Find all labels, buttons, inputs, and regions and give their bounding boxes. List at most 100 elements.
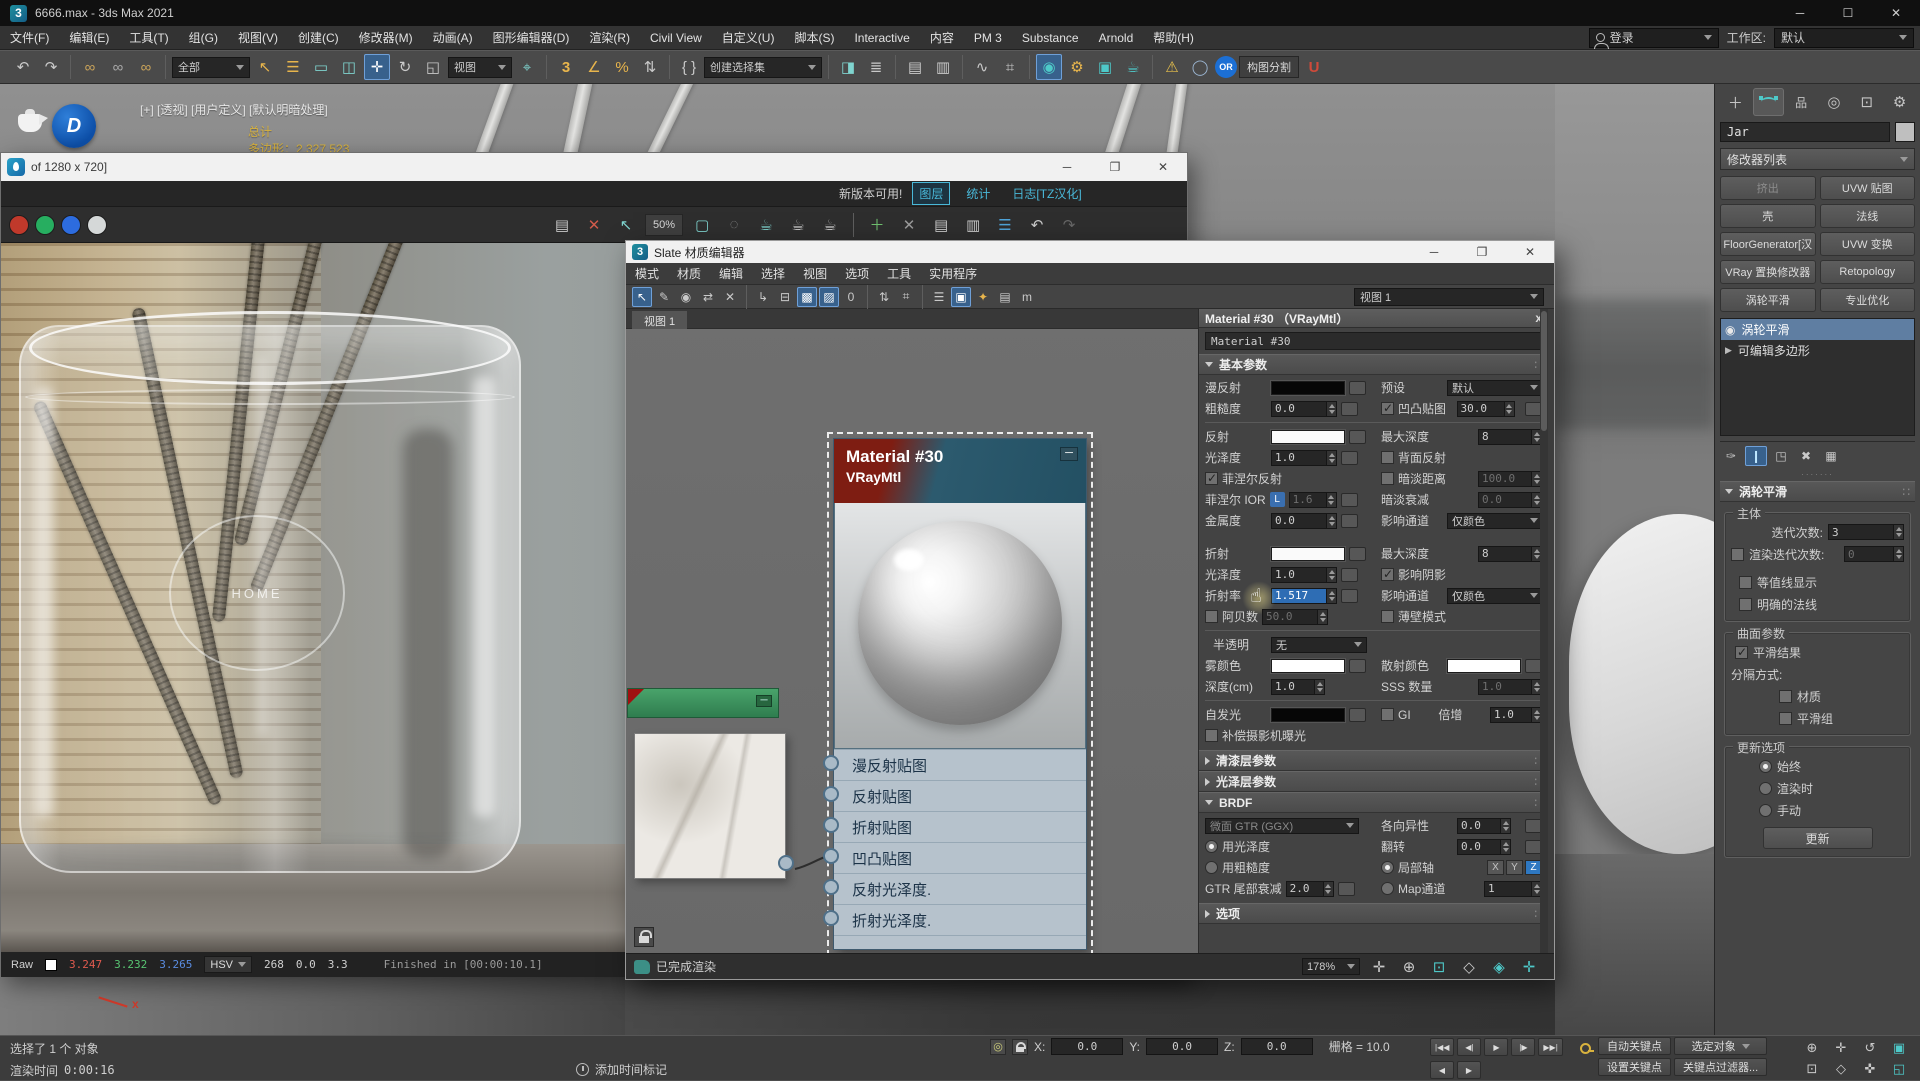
view-tab-1[interactable]: 视图 1 xyxy=(632,311,687,329)
map-button[interactable] xyxy=(1341,493,1358,507)
node-view[interactable]: 视图 1 ─ Material #30 VRayMtl ─ 漫反射 xyxy=(626,309,1198,953)
material-node-header[interactable]: Material #30 VRayMtl ─ xyxy=(834,439,1086,503)
spinner-field[interactable]: 1.0 xyxy=(1271,679,1325,695)
menu-item[interactable]: Civil View xyxy=(640,26,712,50)
blue-channel-icon[interactable] xyxy=(61,215,81,235)
hsv-combo[interactable]: HSV xyxy=(204,956,252,973)
spinner-field[interactable]: 2.0 xyxy=(1286,881,1334,897)
spinner-arrows[interactable] xyxy=(1323,882,1333,896)
rollout-3-header[interactable]: 光泽层参数∷ xyxy=(1199,771,1548,792)
map-button[interactable] xyxy=(1349,659,1366,673)
spinner-field[interactable]: 1.517☝ xyxy=(1271,588,1337,604)
spinner-field[interactable]: 0.0 xyxy=(1478,492,1542,508)
slot-socket[interactable] xyxy=(823,786,839,802)
menu-item[interactable]: 视图(V) xyxy=(228,26,288,50)
save-layers-icon[interactable]: ▥ xyxy=(960,212,986,238)
bitmap-gamma-icon[interactable]: ✦ xyxy=(973,287,993,307)
node-collapse-button[interactable]: ─ xyxy=(756,695,772,707)
axis-y-button[interactable]: Y xyxy=(1506,860,1523,875)
modifier-list-combo[interactable]: 修改器列表 xyxy=(1720,148,1915,170)
slate-menu-item[interactable]: 选项 xyxy=(836,262,878,286)
color-swatch[interactable] xyxy=(1271,430,1345,444)
slate-view-combo[interactable]: 视图 1 xyxy=(1354,288,1544,306)
checkbox[interactable] xyxy=(1205,610,1218,623)
checkbox[interactable] xyxy=(1381,568,1394,581)
prev-frame-button[interactable]: ◀ xyxy=(1430,1061,1454,1079)
spinner-arrows[interactable] xyxy=(1500,819,1510,833)
spinner-field[interactable]: 1.0 xyxy=(1490,707,1542,723)
spinner-arrows[interactable] xyxy=(1326,568,1336,582)
modifier-button[interactable]: UVW 变换 xyxy=(1820,232,1916,256)
spinner-field[interactable]: 100.0 xyxy=(1478,471,1542,487)
spin-down-icon[interactable] xyxy=(1534,555,1540,559)
key-filters-button[interactable]: 关键点过滤器... xyxy=(1674,1058,1767,1076)
color-swatch[interactable] xyxy=(1271,659,1345,673)
pick-material-icon[interactable]: ✎ xyxy=(654,287,674,307)
spinner-field[interactable]: 0.0 xyxy=(1457,818,1511,834)
dropdown[interactable]: 微面 GTR (GGX) xyxy=(1205,818,1359,834)
vfb-redo-icon[interactable]: ↷ xyxy=(1056,212,1082,238)
prev-render-icon[interactable]: ◌ xyxy=(721,212,747,238)
show-background-icon[interactable]: ▨ xyxy=(819,287,839,307)
by-smoothing-checkbox[interactable] xyxy=(1779,712,1792,725)
select-tool-icon[interactable]: ↖ xyxy=(632,287,652,307)
spin-up-icon[interactable] xyxy=(1317,682,1323,686)
login-button[interactable]: 登录 xyxy=(1589,28,1719,48)
y-coordinate-field[interactable]: 0.0 xyxy=(1146,1038,1218,1055)
slate-menu-item[interactable]: 编辑 xyxy=(710,262,752,286)
dropdown[interactable]: 仅颜色 xyxy=(1447,513,1543,529)
orbit-icon[interactable]: ↺ xyxy=(1856,1038,1884,1058)
menu-item[interactable]: 图形编辑器(D) xyxy=(483,26,580,50)
hide-unused-slots-icon[interactable]: ⊟ xyxy=(775,287,795,307)
move-children-icon[interactable]: ↳ xyxy=(753,287,773,307)
spin-down-icon[interactable] xyxy=(1506,410,1512,414)
material-name-field[interactable]: Material #30 xyxy=(1205,332,1542,350)
stack-row[interactable]: ▶可编辑多边形 xyxy=(1721,340,1914,361)
spinner-field[interactable]: 1.6 xyxy=(1289,492,1337,508)
slate-menu-item[interactable]: 实用程序 xyxy=(920,262,986,286)
viewport-layout-icon[interactable]: ◱ xyxy=(1885,1059,1913,1079)
preview-window-icon[interactable]: ▣ xyxy=(951,287,971,307)
slate-zoom-extents-icon[interactable]: ◇ xyxy=(1456,954,1482,980)
spinner-arrows[interactable] xyxy=(1317,610,1327,624)
ref-coord-combo[interactable]: 视图 xyxy=(448,57,512,78)
spinner-arrows[interactable] xyxy=(1314,680,1324,694)
slot-socket[interactable] xyxy=(823,755,839,771)
material-editor-icon[interactable]: ◉ xyxy=(1036,54,1062,80)
layout-vertical-icon[interactable]: ⇅ xyxy=(874,287,894,307)
dropdown[interactable]: 无 xyxy=(1271,637,1367,653)
tab-utilities[interactable]: ⚙ xyxy=(1884,88,1915,116)
menu-item[interactable]: 文件(F) xyxy=(0,26,59,50)
menu-item[interactable]: 动画(A) xyxy=(423,26,483,50)
spin-up-icon[interactable] xyxy=(1534,549,1540,553)
rect-select-region-icon[interactable]: ▭ xyxy=(308,54,334,80)
circle-icon[interactable]: ◯ xyxy=(1187,54,1213,80)
z-coordinate-field[interactable]: 0.0 xyxy=(1241,1038,1313,1055)
render-last-icon[interactable]: ☕ xyxy=(753,212,779,238)
rollout-5-header[interactable]: 选项∷ xyxy=(1199,903,1548,924)
spinner-arrows[interactable] xyxy=(1500,840,1510,854)
menu-item[interactable]: 编辑(E) xyxy=(59,26,119,50)
spinner-field[interactable]: 1.0 xyxy=(1478,679,1542,695)
render-iters-checkbox[interactable] xyxy=(1731,548,1744,561)
render-iters-spinner[interactable]: 0 xyxy=(1844,546,1904,562)
map-button[interactable] xyxy=(1349,708,1366,722)
menu-item[interactable]: 组(G) xyxy=(179,26,228,50)
object-name-field[interactable]: Jar xyxy=(1720,122,1890,142)
slate-pan-icon[interactable]: ✛ xyxy=(1366,954,1392,980)
slot-socket[interactable] xyxy=(823,910,839,926)
vfb-titlebar[interactable]: of 1280 x 720] ─ ❐ ✕ xyxy=(1,153,1187,181)
play-button[interactable]: ▶ xyxy=(1484,1038,1508,1056)
checkbox[interactable] xyxy=(1381,472,1394,485)
radio[interactable] xyxy=(1205,840,1218,853)
bitmap-node-preview[interactable] xyxy=(634,733,786,879)
pin-stack-icon[interactable]: ✑ xyxy=(1720,446,1742,466)
iterations-spinner[interactable]: 3 xyxy=(1828,524,1904,540)
menu-item[interactable]: 帮助(H) xyxy=(1143,26,1204,50)
snap-3d-icon[interactable]: 3 xyxy=(553,54,579,80)
auto-key-button[interactable]: 自动关键点 xyxy=(1598,1037,1671,1055)
isoline-checkbox[interactable] xyxy=(1739,576,1752,589)
slate-titlebar[interactable]: 3 Slate 材质编辑器 ─ ❐ ✕ xyxy=(626,241,1554,263)
make-unique-icon[interactable]: ◳ xyxy=(1770,446,1792,466)
put-material-icon[interactable]: ⇄ xyxy=(698,287,718,307)
